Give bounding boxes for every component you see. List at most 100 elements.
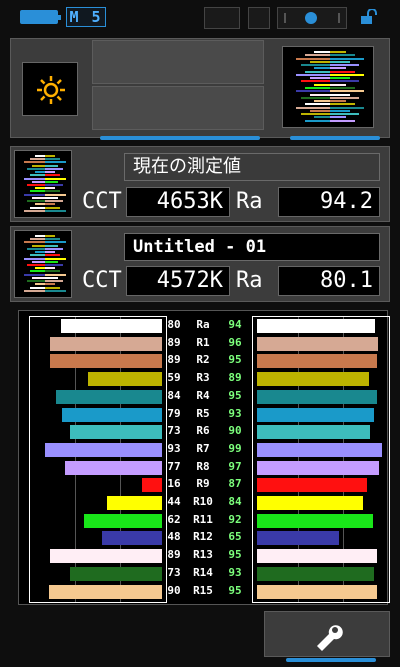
spectrum-line bbox=[330, 77, 351, 80]
spectrum-line bbox=[24, 289, 45, 292]
accent-bar bbox=[286, 658, 376, 662]
spectrum-line bbox=[309, 93, 330, 96]
spectrum-line bbox=[29, 174, 45, 177]
spectrum-line bbox=[24, 273, 45, 276]
spectrum-thumbnail[interactable] bbox=[282, 46, 374, 128]
spectrum-line bbox=[35, 203, 45, 206]
spectrum-line bbox=[330, 54, 355, 57]
spectrum-line bbox=[305, 70, 330, 73]
cri-bar-saved bbox=[49, 354, 162, 369]
spectrum-line bbox=[26, 264, 45, 266]
cri-bar-saved bbox=[70, 566, 162, 581]
spectrum-line bbox=[314, 116, 330, 119]
spectrum-line bbox=[29, 238, 45, 241]
spectrum-line bbox=[296, 73, 330, 76]
slider-knob[interactable] bbox=[305, 12, 317, 24]
cri-bar-saved bbox=[61, 319, 162, 333]
cri-bar-saved bbox=[56, 389, 162, 404]
spectrum-line bbox=[296, 106, 330, 109]
cri-value-saved: 89 bbox=[167, 335, 181, 349]
ra-value: 94.2 bbox=[278, 187, 380, 217]
spectrum-line bbox=[29, 254, 45, 257]
cri-comparison: 80 Ra 94 89 R1 96 89 R2 95 59 R3 89 84 R4 95 79 R5 93 73 R6… bbox=[18, 310, 390, 605]
cri-value-current: 93 bbox=[228, 565, 242, 579]
cct-label: CCT bbox=[82, 268, 122, 293]
cri-value-current: 84 bbox=[228, 495, 242, 508]
cri-value-current: 95 bbox=[228, 548, 242, 562]
spectrum-line bbox=[330, 57, 364, 60]
spectrum-line bbox=[45, 241, 66, 244]
unlock-icon[interactable] bbox=[360, 9, 378, 25]
spectrum-line bbox=[45, 184, 64, 186]
spectrum-line bbox=[26, 280, 45, 283]
spectrum-line bbox=[45, 209, 66, 212]
cri-value-current: 97 bbox=[228, 459, 242, 473]
cri-value-current: 96 bbox=[228, 335, 242, 349]
spectrum-line bbox=[45, 280, 64, 283]
spectrum-line bbox=[300, 64, 330, 67]
spectrum-line bbox=[45, 200, 64, 203]
spectrum-line bbox=[330, 80, 360, 83]
spectrum-line bbox=[45, 247, 64, 250]
cri-bar-saved bbox=[49, 549, 162, 564]
spectrum-line bbox=[45, 203, 55, 206]
spectrum-line bbox=[309, 109, 330, 112]
cri-value-saved: 16 bbox=[167, 477, 181, 491]
spectrum-line bbox=[35, 187, 45, 190]
position-slider[interactable] bbox=[277, 7, 347, 29]
spectrum-line bbox=[26, 167, 45, 170]
cri-label: R1 bbox=[196, 335, 210, 349]
cri-label: R3 bbox=[196, 371, 210, 385]
spectrum-line bbox=[330, 96, 360, 99]
spectrum-line bbox=[45, 283, 55, 286]
spectrum-line bbox=[35, 251, 45, 254]
cri-label: R15 bbox=[193, 583, 213, 597]
spectrum-line bbox=[330, 64, 360, 67]
cri-value-current: 92 bbox=[228, 512, 242, 526]
cri-value-saved: 79 bbox=[167, 406, 181, 420]
spectrum-line bbox=[45, 270, 61, 273]
spectrum-line bbox=[35, 267, 45, 270]
spectrum-line bbox=[45, 289, 66, 292]
spectrum-line bbox=[45, 164, 58, 167]
spectrum-line bbox=[45, 257, 66, 260]
spectrum-line bbox=[296, 57, 330, 60]
memory-mode-indicator[interactable]: M 5 bbox=[66, 7, 106, 27]
sun-button[interactable] bbox=[22, 62, 78, 116]
cri-label: R8 bbox=[196, 459, 210, 473]
cri-label: R12 bbox=[193, 530, 213, 544]
spectrum-line bbox=[45, 155, 55, 157]
spectrum-line bbox=[330, 109, 351, 112]
status-box-2 bbox=[248, 7, 270, 29]
spectrum-line bbox=[314, 51, 330, 53]
saved-spectrum-thumbnail bbox=[14, 230, 72, 298]
spectrum-line bbox=[29, 190, 45, 193]
cri-label: R4 bbox=[196, 388, 210, 402]
cri-value-current: 89 bbox=[228, 371, 242, 385]
spectrum-line bbox=[330, 73, 364, 76]
spectrum-line bbox=[309, 60, 330, 63]
cri-label: R10 bbox=[193, 495, 213, 508]
spectrum-line bbox=[45, 273, 66, 276]
cri-bar-current bbox=[257, 478, 367, 493]
spectrum-line bbox=[45, 177, 66, 180]
settings-button[interactable] bbox=[264, 611, 390, 657]
cri-bar-current bbox=[257, 319, 376, 333]
cri-bar-current bbox=[257, 389, 377, 404]
cri-bar-saved bbox=[101, 531, 162, 546]
cri-bar-current bbox=[257, 442, 382, 457]
spectrum-line bbox=[32, 260, 45, 263]
spectrum-line bbox=[29, 286, 45, 289]
spectrum-line bbox=[24, 209, 45, 212]
cri-label: R13 bbox=[193, 548, 213, 562]
spectrum-line bbox=[330, 119, 355, 122]
spectrum-line bbox=[300, 80, 330, 83]
spectrum-line bbox=[45, 235, 55, 237]
cri-label: R14 bbox=[193, 565, 213, 579]
cct-value: 4653K bbox=[126, 187, 230, 217]
cri-bar-saved bbox=[70, 425, 162, 440]
spectrum-line bbox=[24, 241, 45, 244]
ra-label: Ra bbox=[236, 268, 263, 293]
spectrum-line bbox=[45, 264, 64, 266]
spectrum-line bbox=[330, 100, 346, 103]
